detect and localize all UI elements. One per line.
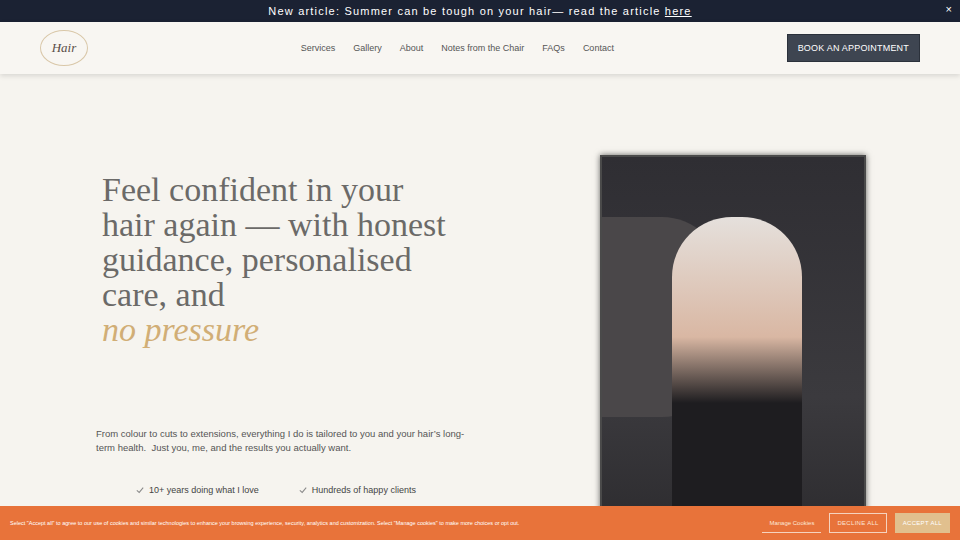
nav-item[interactable]: About [400, 43, 424, 53]
highlight-item: 10+ years doing what I love [136, 485, 259, 495]
cookie-text: Select "Accept all" to agree to our use … [10, 520, 752, 527]
stylist-photo [600, 155, 866, 540]
heading-accent: no pressure [102, 312, 462, 347]
nav-item[interactable]: FAQs [542, 43, 565, 53]
cookie-button[interactable]: DECLINE ALL [829, 513, 886, 533]
book-appointment-button[interactable]: BOOK AN APPOINTMENT [787, 34, 920, 62]
person [672, 217, 802, 517]
nav-item[interactable]: Notes from the Chair [441, 43, 524, 53]
logo[interactable]: Hair [40, 30, 88, 66]
cookie-button[interactable]: Manage Cookies [762, 513, 821, 533]
main-nav: Services Gallery About Notes from the Chair… [88, 43, 787, 53]
cookie-banner: Select "Accept all" to agree to our use … [0, 506, 960, 540]
cookie-button[interactable]: ACCEPT ALL [895, 513, 950, 533]
announcement-text: New article: Summer can be tough on your… [268, 5, 691, 17]
logo-text: Hair [52, 40, 77, 56]
nav-item[interactable]: Contact [583, 43, 614, 53]
check-icon [299, 486, 307, 494]
check-icon [136, 486, 144, 494]
hero-heading: Feel confident in your hair again — with… [102, 172, 462, 347]
nav-item[interactable]: Services [301, 43, 336, 53]
hero-description: From colour to cuts to extensions, every… [96, 427, 466, 455]
nav-item[interactable]: Gallery [353, 43, 382, 53]
highlight-item: Hundreds of happy clients [299, 485, 416, 495]
hero: Feel confident in your hair again — with… [0, 74, 960, 540]
hero-text: Feel confident in your hair again — with… [96, 74, 576, 540]
article-link[interactable]: here [665, 5, 692, 17]
highlights: 10+ years doing what I love Hundreds of h… [136, 485, 576, 495]
page: New article: Summer can be tough on your… [0, 0, 960, 540]
announcement-bar: New article: Summer can be tough on your… [0, 0, 960, 22]
site-header: Hair Services Gallery About Notes from the C… [0, 22, 960, 74]
close-button[interactable]: × [946, 3, 952, 15]
